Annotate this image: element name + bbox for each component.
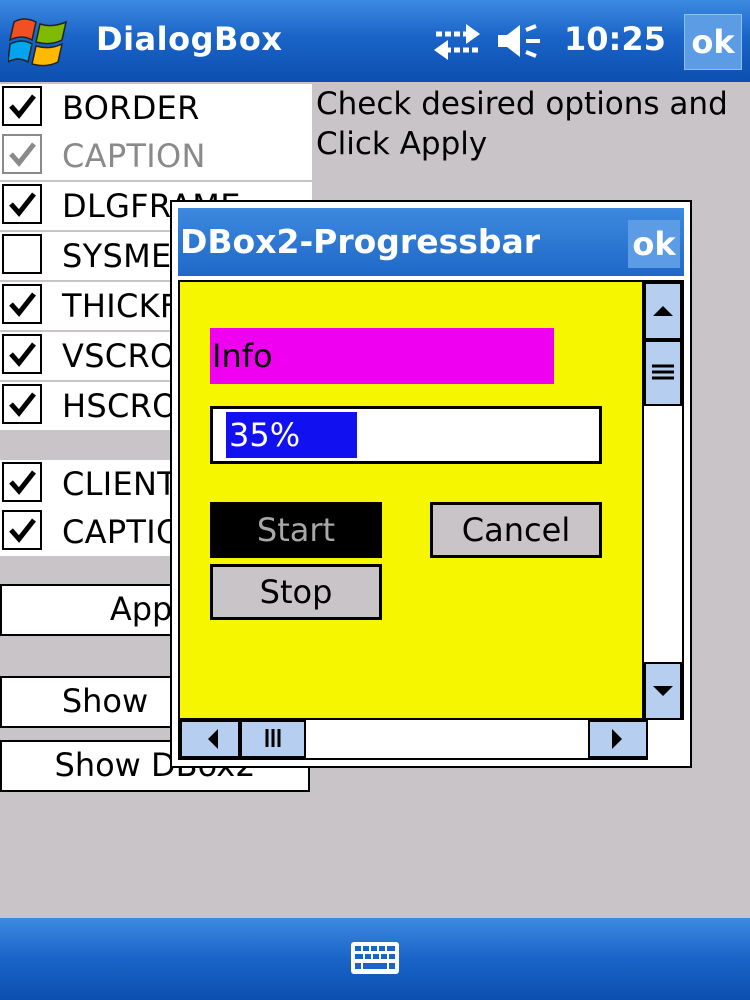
checkbox[interactable] <box>2 86 42 126</box>
grip-icon <box>265 729 281 747</box>
cancel-button[interactable]: Cancel <box>430 502 602 558</box>
app-title: DialogBox <box>96 20 283 58</box>
scroll-up-button[interactable] <box>644 282 682 340</box>
checkbox[interactable] <box>2 284 42 324</box>
option-border[interactable]: BORDER <box>0 84 312 132</box>
dialog-ok-button[interactable]: ok <box>628 220 680 268</box>
scrollbar-corner <box>648 720 684 760</box>
dialog-client-area: Info 35% Start Cancel Stop <box>178 280 644 720</box>
connectivity-arrows-icon[interactable] <box>432 22 482 60</box>
horizontal-scrollbar[interactable] <box>178 720 648 760</box>
grip-icon <box>652 364 674 380</box>
checkbox <box>2 134 42 174</box>
title-bar: DialogBox 10:25 ok <box>0 0 750 82</box>
windows-flag-icon[interactable] <box>8 12 72 70</box>
checkbox[interactable] <box>2 384 42 424</box>
checkbox[interactable] <box>2 510 42 550</box>
instructions-text: Check desired options and Click Apply <box>316 86 728 162</box>
checkbox[interactable] <box>2 234 42 274</box>
stop-button[interactable]: Stop <box>210 564 382 620</box>
start-button[interactable]: Start <box>210 502 382 558</box>
option-label: BORDER <box>62 89 200 127</box>
vertical-scrollbar[interactable] <box>644 280 684 720</box>
clock[interactable]: 10:25 <box>564 20 666 58</box>
arrow-right-icon <box>612 729 622 749</box>
horizontal-scroll-thumb[interactable] <box>240 720 306 758</box>
arrow-left-icon <box>208 729 218 749</box>
scroll-down-button[interactable] <box>644 662 682 720</box>
arrow-up-icon <box>653 306 673 316</box>
option-caption: CAPTION <box>0 132 312 180</box>
progress-dialog: DBox2-Progressbar ok Info 35% Start Canc… <box>170 200 692 768</box>
arrow-down-icon <box>653 686 673 696</box>
scroll-thumb[interactable] <box>644 340 682 406</box>
info-label: Info <box>210 328 554 384</box>
option-label: CAPTION <box>62 137 206 175</box>
checkbox[interactable] <box>2 184 42 224</box>
progress-bar: 35% <box>210 406 602 464</box>
checkbox[interactable] <box>2 462 42 502</box>
keyboard-icon[interactable] <box>350 938 400 978</box>
menu-bar <box>0 918 750 1000</box>
scroll-right-button[interactable] <box>588 720 648 758</box>
speaker-icon[interactable] <box>496 22 550 60</box>
checkbox[interactable] <box>2 334 42 374</box>
ok-button[interactable]: ok <box>684 14 742 70</box>
scroll-left-button[interactable] <box>180 720 240 758</box>
dialog-title: DBox2-Progressbar <box>180 222 541 261</box>
dialog-title-bar: DBox2-Progressbar ok <box>178 208 684 276</box>
progress-text: 35% <box>229 416 301 454</box>
